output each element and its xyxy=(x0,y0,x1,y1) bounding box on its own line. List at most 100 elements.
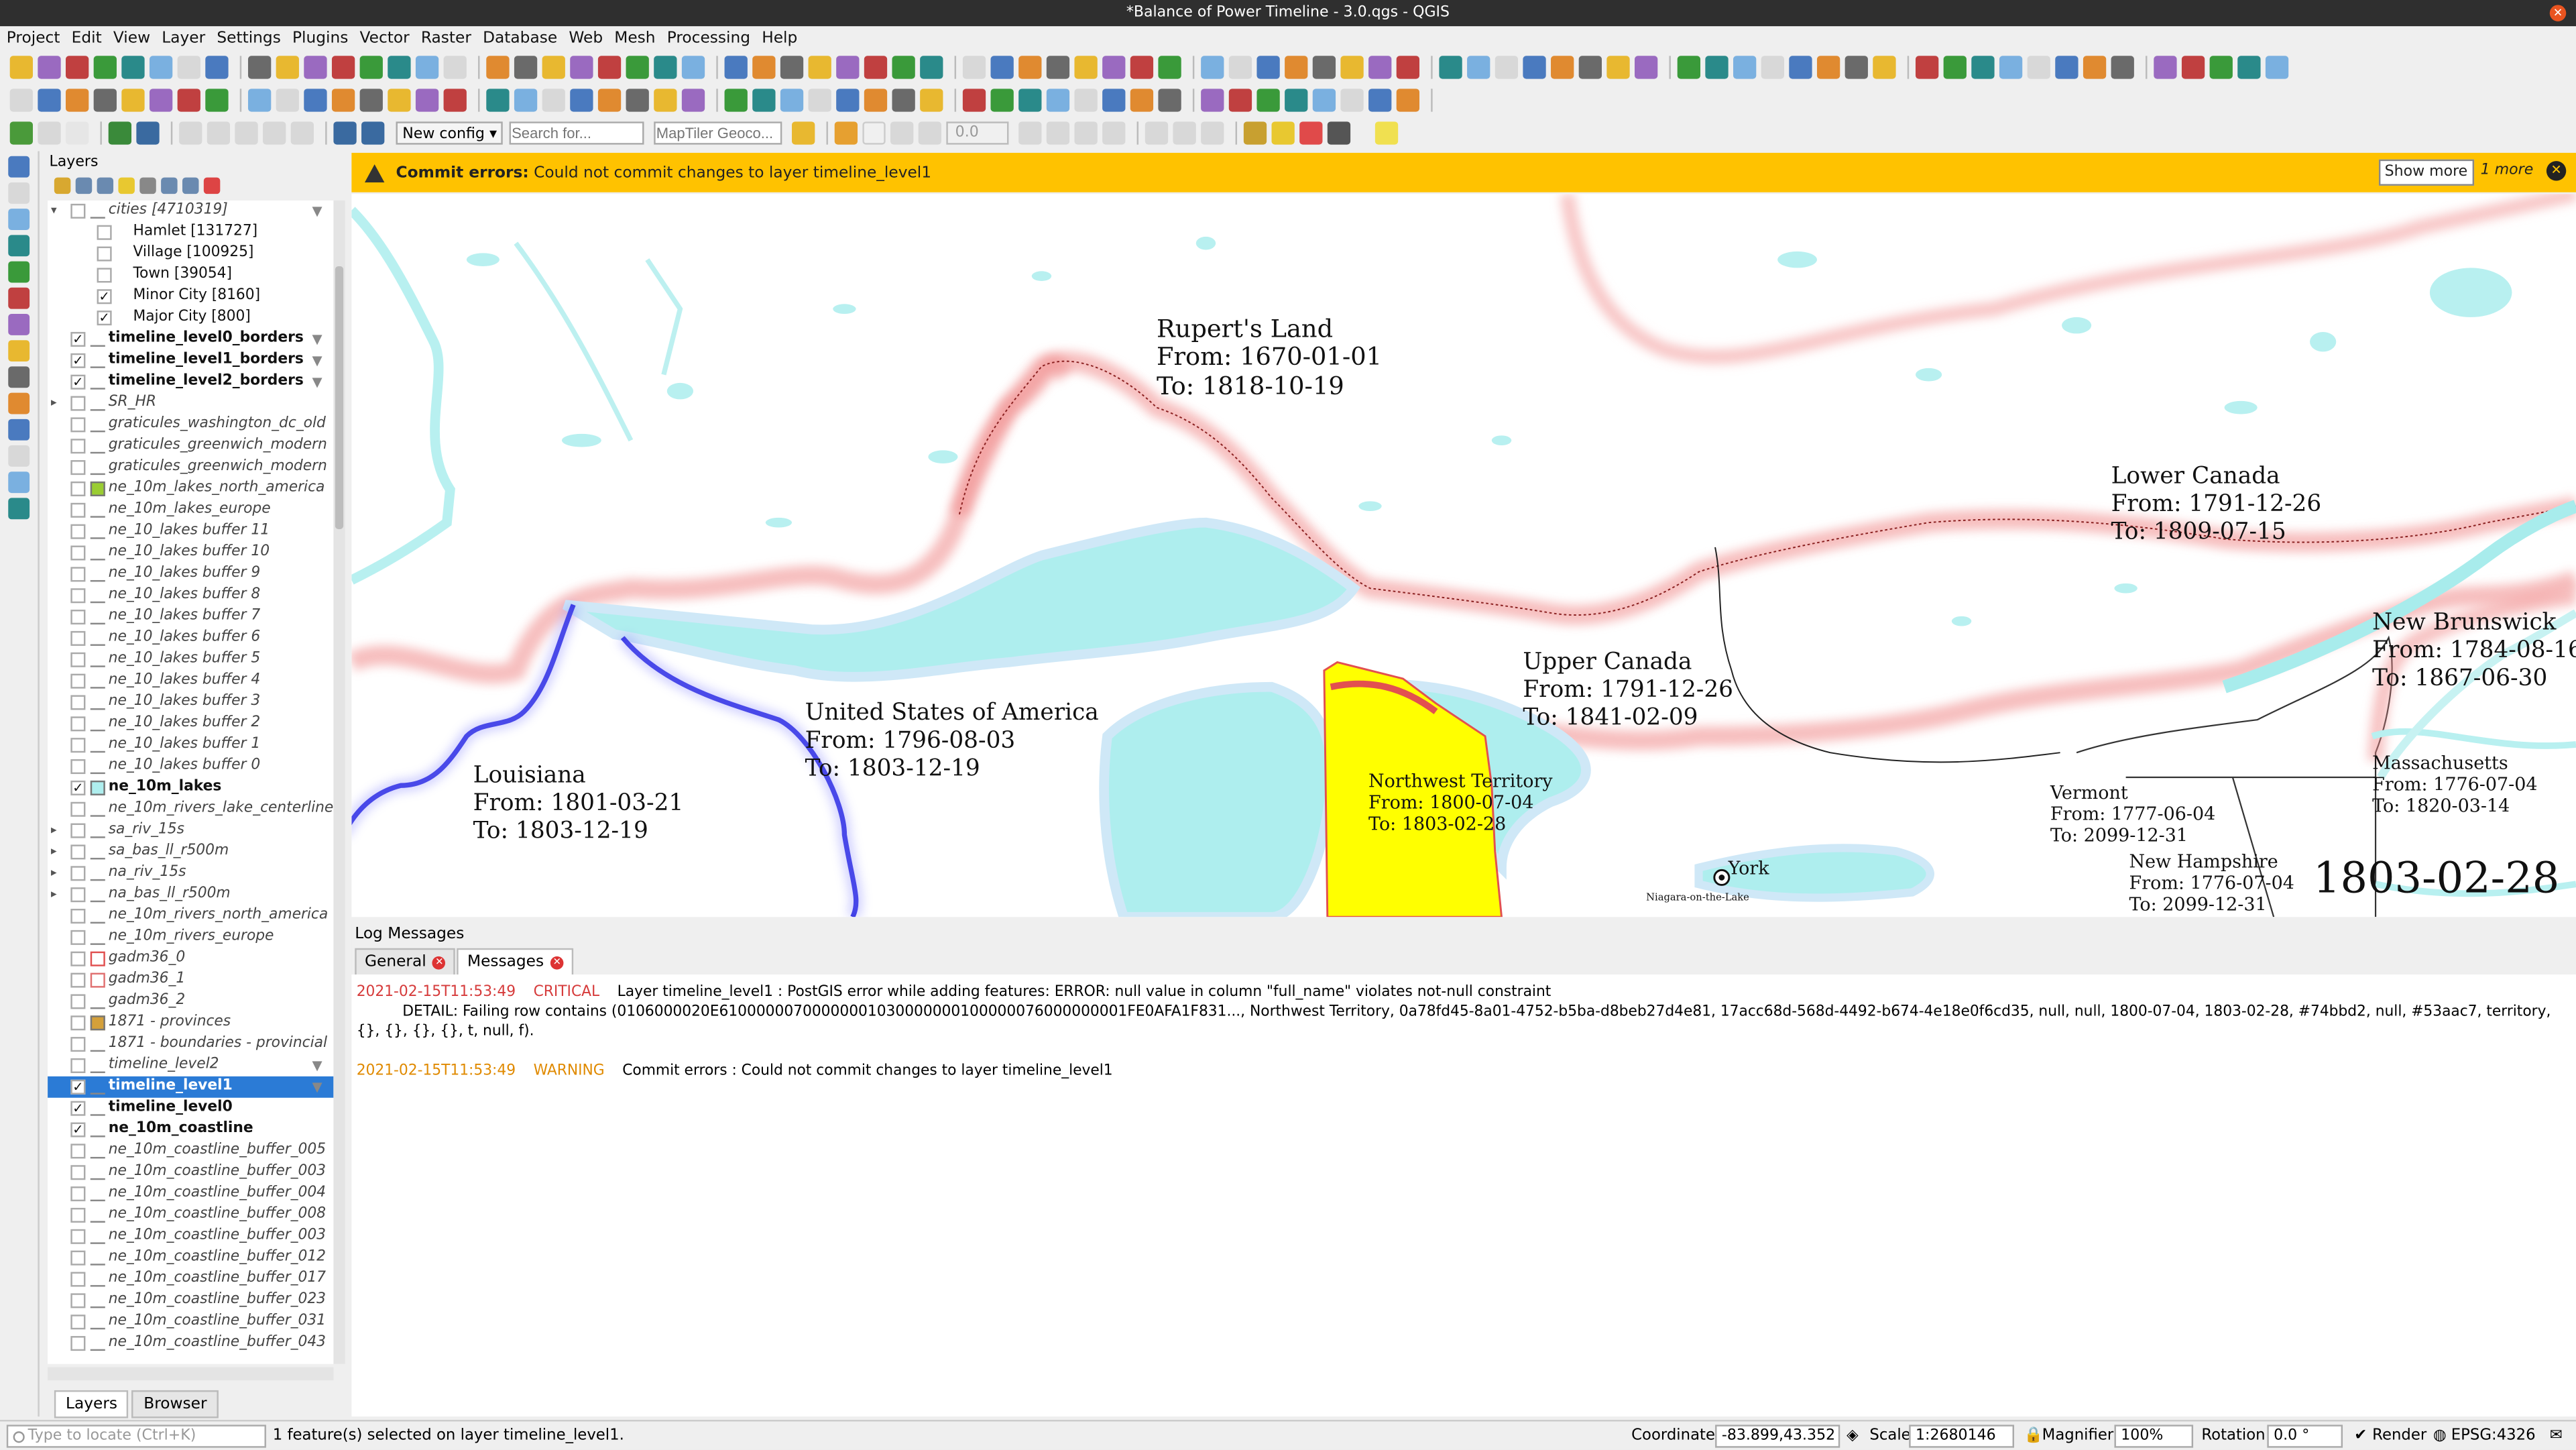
value-field[interactable]: 0.0 xyxy=(947,121,1010,145)
layer-visibility-checkbox[interactable]: ✓ xyxy=(97,289,112,304)
toolbar-tool-icon[interactable] xyxy=(1018,56,1042,79)
layer-visibility-checkbox[interactable] xyxy=(70,972,86,988)
layer-visibility-checkbox[interactable] xyxy=(70,610,86,625)
identify-icon[interactable] xyxy=(108,121,132,145)
text-format-icon[interactable] xyxy=(891,121,915,145)
layer-row[interactable]: ne_10_lakes buffer 0 xyxy=(48,756,333,777)
toolbar-tool-icon[interactable] xyxy=(1256,56,1280,79)
toolbar-tool-icon[interactable] xyxy=(9,89,34,112)
toolbar-tool-icon[interactable] xyxy=(121,89,145,112)
toolbar-tool-icon[interactable] xyxy=(1396,89,1420,112)
coordinate-field[interactable]: -83.899,43.352 xyxy=(1715,1425,1840,1448)
expand-icon[interactable]: ▸ xyxy=(51,842,64,863)
layer-row[interactable]: ne_10m_coastline_buffer_031 xyxy=(48,1311,333,1333)
layer-row[interactable]: graticules_greenwich_modern xyxy=(48,457,333,478)
layer-row[interactable]: ✓ ne_10m_coastline xyxy=(48,1119,333,1141)
add-gps-icon[interactable] xyxy=(8,445,30,467)
add-xyz-icon[interactable] xyxy=(8,392,30,414)
layer-row[interactable]: ne_10_lakes buffer 11 xyxy=(48,521,333,543)
layer-visibility-checkbox[interactable] xyxy=(70,801,86,817)
layer-visibility-checkbox[interactable] xyxy=(70,567,86,582)
toolbar-tool-icon[interactable] xyxy=(836,56,860,79)
toolbar-tool-icon[interactable] xyxy=(177,89,200,112)
add-mesh-icon[interactable] xyxy=(8,209,30,231)
search-icon[interactable] xyxy=(361,121,385,145)
layer-row[interactable]: ne_10_lakes buffer 4 xyxy=(48,671,333,692)
layer-visibility-checkbox[interactable] xyxy=(70,545,86,561)
layer-row[interactable]: gadm36_2 xyxy=(48,991,333,1013)
layer-row[interactable]: ne_10_lakes buffer 8 xyxy=(48,585,333,606)
toolbar-tool-icon[interactable] xyxy=(892,89,915,112)
layer-row[interactable]: ▾ cities [4710319] ▼ xyxy=(48,201,333,222)
select-by-expression-icon[interactable] xyxy=(333,121,357,145)
layer-visibility-checkbox[interactable] xyxy=(70,695,86,710)
add-ab-icon[interactable] xyxy=(8,498,30,520)
crs-label[interactable]: EPSG:4326 xyxy=(2451,1427,2536,1445)
layer-visibility-checkbox[interactable] xyxy=(70,716,86,732)
close-tab-icon[interactable]: ✕ xyxy=(550,955,564,969)
menu-settings[interactable]: Settings xyxy=(217,29,280,47)
layer-visibility-checkbox[interactable] xyxy=(97,225,112,240)
tab-messages[interactable]: Messages ✕ xyxy=(457,948,574,977)
toolbar-tool-icon[interactable] xyxy=(331,56,355,79)
layer-visibility-checkbox[interactable] xyxy=(70,866,86,881)
layer-row[interactable]: ne_10_lakes buffer 2 xyxy=(48,713,333,734)
menu-web[interactable]: Web xyxy=(569,29,603,47)
magnifier-field[interactable]: 100% xyxy=(2114,1425,2194,1448)
pin-icon[interactable] xyxy=(1019,121,1043,145)
move-label-icon[interactable] xyxy=(1075,121,1098,145)
digitize-icon[interactable] xyxy=(179,121,202,145)
filter-icon[interactable]: ▼ xyxy=(312,1058,327,1073)
toolbar-tool-icon[interactable] xyxy=(247,89,272,112)
layer-row[interactable]: ne_10_lakes buffer 3 xyxy=(48,692,333,714)
toolbar-tool-icon[interactable] xyxy=(1915,56,1939,79)
toolbar-tool-icon[interactable] xyxy=(1201,56,1224,79)
toolbar-tool-icon[interactable] xyxy=(38,89,61,112)
layer-row[interactable]: ✓ timeline_level0 xyxy=(48,1098,333,1119)
menu-processing[interactable]: Processing xyxy=(667,29,750,47)
geocoder-icon[interactable] xyxy=(793,121,816,145)
toolbar-tool-icon[interactable] xyxy=(1634,56,1658,79)
crs-icon[interactable]: ◍ xyxy=(2433,1427,2447,1445)
toolbar-tool-icon[interactable] xyxy=(1943,56,1967,79)
layer-visibility-checkbox[interactable] xyxy=(97,268,112,283)
layer-row[interactable]: ne_10m_coastline_buffer_012 xyxy=(48,1247,333,1269)
layer-row[interactable]: ▸ sa_riv_15s xyxy=(48,820,333,842)
filter-icon[interactable]: ▼ xyxy=(312,375,327,390)
toolbar-tool-icon[interactable] xyxy=(205,89,229,112)
unpin-icon[interactable] xyxy=(1173,121,1197,145)
toolbar-tool-icon[interactable] xyxy=(724,56,748,79)
toolbar-tool-icon[interactable] xyxy=(752,56,776,79)
label-icon[interactable] xyxy=(835,121,859,145)
toolbar-tool-icon[interactable] xyxy=(1761,56,1784,79)
layer-visibility-checkbox[interactable]: ✓ xyxy=(70,353,86,368)
toolbar-tool-icon[interactable] xyxy=(66,56,89,79)
toolbar-tool-icon[interactable] xyxy=(304,89,327,112)
toolbar-tool-icon[interactable] xyxy=(486,89,510,112)
layer-visibility-checkbox[interactable] xyxy=(70,1058,86,1074)
toolbar-tool-icon[interactable] xyxy=(514,56,538,79)
layer-visibility-checkbox[interactable] xyxy=(70,439,86,454)
show-more-button[interactable]: Show more xyxy=(2378,159,2475,186)
toolbar-tool-icon[interactable] xyxy=(1340,89,1364,112)
layer-row[interactable]: ▸ SR_HR xyxy=(48,393,333,414)
expand-icon[interactable]: ▸ xyxy=(51,820,64,842)
toolbar-tool-icon[interactable] xyxy=(1705,56,1729,79)
layer-visibility-checkbox[interactable] xyxy=(70,887,86,903)
toolbar-tool-icon[interactable] xyxy=(892,56,915,79)
close-tab-icon[interactable]: ✕ xyxy=(432,955,447,969)
toolbar-tool-icon[interactable] xyxy=(415,56,439,79)
toolbar-tool-icon[interactable] xyxy=(149,89,173,112)
toolbar-tool-icon[interactable] xyxy=(1368,56,1392,79)
layer-row[interactable]: ne_10m_coastline_buffer_017 xyxy=(48,1269,333,1290)
offset-icon[interactable] xyxy=(290,121,314,145)
toolbar-tool-icon[interactable] xyxy=(920,56,943,79)
toolbar-tool-icon[interactable] xyxy=(443,56,467,79)
layer-visibility-checkbox[interactable] xyxy=(70,1037,86,1052)
toolbar-tool-icon[interactable] xyxy=(276,56,299,79)
layer-visibility-checkbox[interactable] xyxy=(70,1144,86,1159)
toolbar-tool-icon[interactable] xyxy=(1845,56,1868,79)
scale-feature-icon[interactable] xyxy=(263,121,286,145)
toolbar-tool-icon[interactable] xyxy=(654,89,677,112)
toolbar-tool-icon[interactable] xyxy=(1158,89,1181,112)
